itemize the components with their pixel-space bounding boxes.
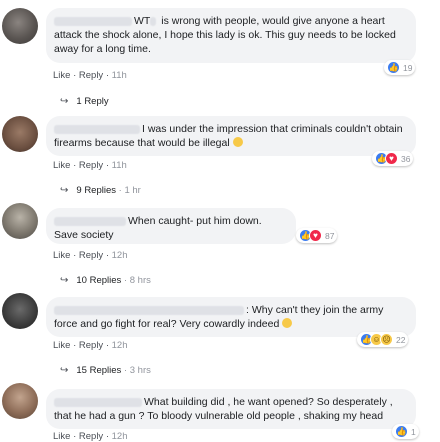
reaction-summary[interactable]: 👍 ♥ 87 — [296, 228, 338, 243]
author-name-fragment: WT — [134, 15, 151, 27]
blurred-author-name[interactable] — [54, 305, 244, 315]
reply-arrow-icon: ↪ — [60, 96, 69, 107]
blurred-author-name[interactable] — [54, 124, 140, 134]
view-replies-link[interactable]: ↪ 10 Replies · 8 hrs — [60, 275, 151, 286]
comment-actions: Like · Reply · 11h — [53, 70, 127, 81]
timestamp[interactable]: 11h — [112, 160, 127, 171]
like-reaction-icon: 👍 — [395, 425, 408, 438]
view-replies-link[interactable]: ↪ 1 Reply — [60, 96, 109, 107]
replies-time: 8 hrs — [129, 275, 151, 286]
avatar[interactable] — [2, 116, 38, 152]
reaction-summary[interactable]: 👍 1 — [392, 424, 419, 439]
love-reaction-icon: ♥ — [385, 152, 398, 165]
avatar[interactable] — [2, 8, 38, 44]
reaction-summary[interactable]: 👍 ☺ ☹ 22 — [357, 332, 409, 347]
like-link[interactable]: Like — [53, 431, 70, 442]
reply-link[interactable]: Reply — [79, 431, 103, 442]
comment-bubble: : Why can't they join the army force and… — [46, 297, 416, 337]
replies-label: 9 Replies — [76, 185, 116, 196]
view-replies-link[interactable]: ↪ 15 Replies · 3 hrs — [60, 365, 151, 376]
reaction-count: 19 — [403, 62, 413, 73]
like-link[interactable]: Like — [53, 340, 70, 351]
timestamp[interactable]: 11h — [112, 70, 127, 81]
reply-link[interactable]: Reply — [79, 70, 103, 81]
avatar[interactable] — [2, 383, 38, 419]
blurred-author-name[interactable] — [54, 397, 142, 407]
comment-bubble: What building did , he want opened? So d… — [46, 389, 416, 429]
replies-label: 1 Reply — [76, 96, 109, 107]
reaction-summary[interactable]: 👍 ♥ 36 — [372, 151, 414, 166]
avatar[interactable] — [2, 203, 38, 239]
reaction-count: 87 — [325, 230, 335, 241]
timestamp[interactable]: 12h — [112, 250, 128, 261]
reaction-summary[interactable]: 👍 19 — [384, 60, 416, 75]
view-replies-link[interactable]: ↪ 9 Replies · 1 hr — [60, 185, 141, 196]
reaction-count: 1 — [411, 426, 416, 437]
comment-actions: Like · Reply · 12h — [53, 431, 128, 442]
comment-actions: Like · Reply · 11h — [53, 160, 127, 171]
timestamp[interactable]: 12h — [112, 431, 128, 442]
replies-time: 1 hr — [124, 185, 141, 196]
love-reaction-icon: ♥ — [309, 229, 322, 242]
reply-arrow-icon: ↪ — [60, 185, 69, 196]
blurred-author-name[interactable] — [54, 16, 132, 26]
reply-link[interactable]: Reply — [79, 160, 103, 171]
blurred-author-name — [150, 16, 157, 26]
like-link[interactable]: Like — [53, 160, 70, 171]
reaction-count: 36 — [401, 153, 411, 164]
like-reaction-icon: 👍 — [387, 61, 400, 74]
thinking-emoji-icon — [232, 137, 243, 147]
reply-arrow-icon: ↪ — [60, 275, 69, 286]
reply-link[interactable]: Reply — [79, 250, 103, 261]
replies-label: 15 Replies — [76, 365, 122, 376]
blurred-author-name[interactable] — [54, 216, 126, 226]
sad-reaction-icon: ☹ — [380, 333, 393, 346]
reply-link[interactable]: Reply — [79, 340, 103, 351]
comment-bubble: WT is wrong with people, would give anyo… — [46, 8, 416, 63]
avatar[interactable] — [2, 293, 38, 329]
comment-actions: Like · Reply · 12h — [53, 250, 128, 261]
reaction-count: 22 — [396, 334, 406, 345]
comment-bubble: I was under the impression that criminal… — [46, 116, 416, 156]
comment-actions: Like · Reply · 12h — [53, 340, 128, 351]
reply-arrow-icon: ↪ — [60, 365, 69, 376]
like-link[interactable]: Like — [53, 70, 70, 81]
replies-time: 3 hrs — [129, 365, 151, 376]
timestamp[interactable]: 12h — [112, 340, 128, 351]
like-link[interactable]: Like — [53, 250, 70, 261]
comment-bubble: When caught- put him down. Save society — [46, 208, 296, 244]
replies-label: 10 Replies — [76, 275, 122, 286]
sad-emoji-icon — [282, 318, 293, 328]
